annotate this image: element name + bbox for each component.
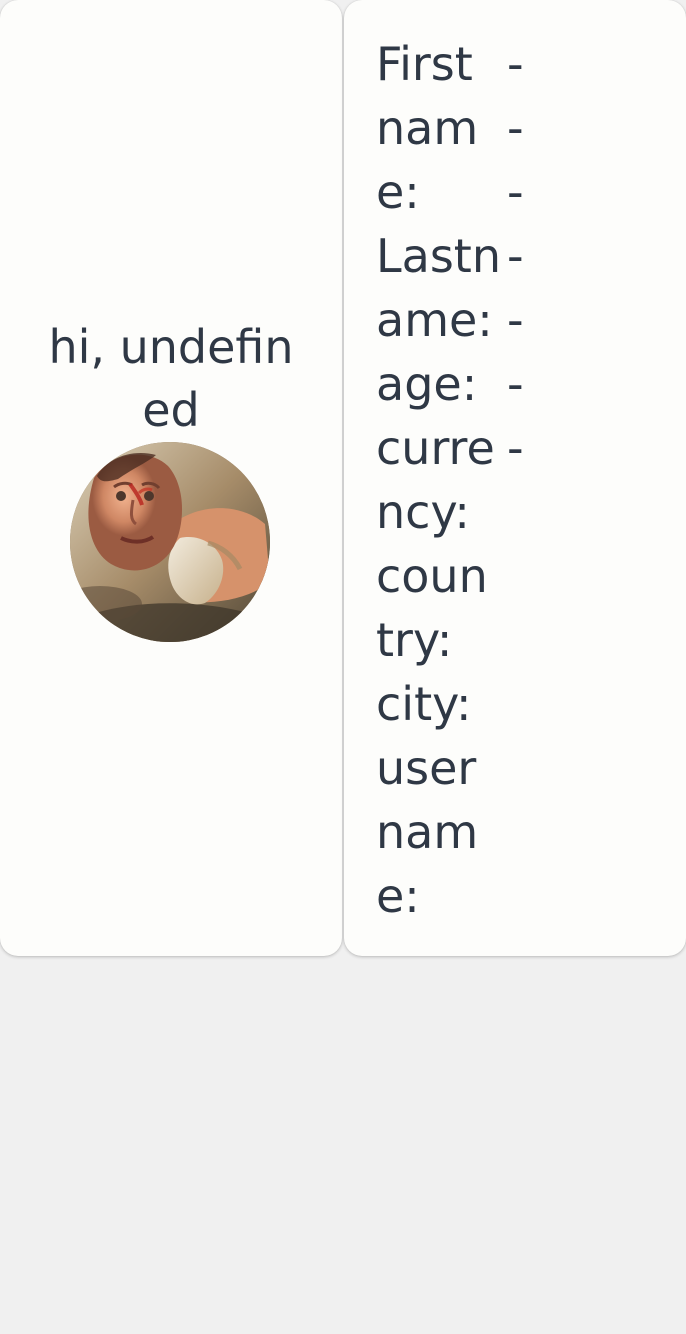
lastname-label: Lastname: bbox=[376, 229, 501, 347]
currency-value: - bbox=[507, 229, 524, 283]
city-label: city: bbox=[376, 677, 472, 731]
first-name-label: First name: bbox=[376, 37, 479, 219]
profile-labels: First name: Lastname: age: currency: cou… bbox=[376, 32, 502, 928]
country-value: - bbox=[507, 293, 524, 347]
page: hi, undefined First name: Lastname: age:… bbox=[0, 0, 686, 1334]
avatar-photo-icon bbox=[70, 442, 270, 642]
age-value: - bbox=[507, 165, 524, 219]
lastname-value: - bbox=[507, 101, 524, 155]
currency-label: currency: bbox=[376, 421, 495, 539]
greeting-text: hi, undefined bbox=[48, 320, 294, 437]
greeting-card: hi, undefined bbox=[0, 0, 342, 956]
country-label: country: bbox=[376, 549, 488, 667]
username-value: - bbox=[507, 421, 524, 475]
age-label: age: bbox=[376, 357, 478, 411]
username-label: username: bbox=[376, 741, 479, 923]
city-value: - bbox=[507, 357, 524, 411]
profile-values: - - - - - - - bbox=[507, 32, 537, 480]
avatar bbox=[70, 442, 270, 642]
first-name-value: - bbox=[507, 37, 524, 91]
